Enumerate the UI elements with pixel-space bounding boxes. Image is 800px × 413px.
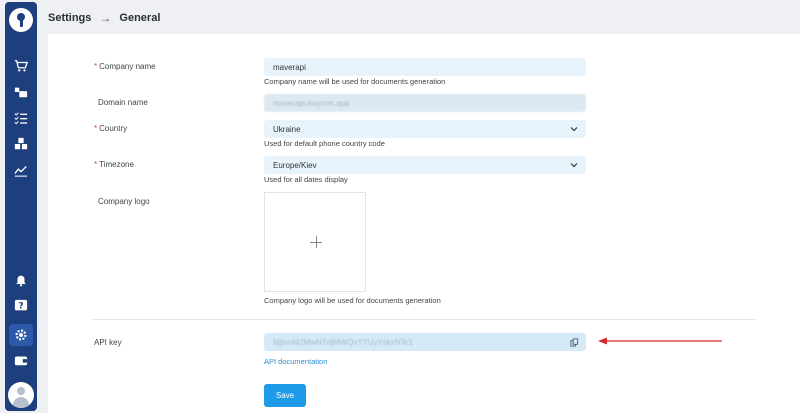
breadcrumb-section[interactable]: Settings — [48, 12, 91, 24]
company-name-label: * Company name — [94, 62, 156, 71]
api-key-label: API key — [94, 338, 122, 347]
breadcrumb: Settings → General — [48, 10, 160, 26]
required-marker: * — [94, 62, 98, 71]
domain-name-input: maverapi.keycrm.app — [264, 94, 586, 112]
divider — [92, 319, 756, 320]
timezone-help: Used for all dates display — [264, 175, 348, 184]
company-logo-help: Company logo will be used for documents … — [264, 296, 441, 305]
svg-text:?: ? — [18, 302, 23, 312]
checklist-icon[interactable] — [13, 110, 29, 126]
required-marker: * — [94, 160, 98, 169]
domain-name-label: Domain name — [98, 98, 148, 107]
app-logo[interactable] — [9, 8, 33, 32]
company-logo-label: Company logo — [98, 197, 150, 206]
settings-gear-icon[interactable] — [13, 327, 29, 343]
api-key-input[interactable]: MjhmM2MwNTdjMWQxYTUyYzkxNTc1 — [264, 333, 586, 351]
timezone-select[interactable]: Europe/Kiev — [264, 156, 586, 174]
company-name-help: Company name will be used for documents … — [264, 77, 446, 86]
cart-icon[interactable] — [13, 58, 29, 74]
copy-icon[interactable] — [562, 333, 586, 351]
users-icon[interactable] — [13, 84, 29, 100]
chevron-down-icon — [570, 163, 578, 168]
required-marker: * — [94, 124, 98, 133]
page-title: General — [119, 12, 161, 24]
user-avatar[interactable] — [8, 382, 34, 408]
logo-upload[interactable] — [264, 192, 366, 292]
arrow-right-icon: → — [99, 11, 112, 25]
country-label: * Country — [94, 124, 128, 133]
trend-chart-icon[interactable] — [13, 162, 29, 178]
timezone-label: * Timezone — [94, 160, 134, 169]
chevron-down-icon — [570, 127, 578, 132]
company-name-input[interactable]: maverapi — [264, 58, 586, 76]
bell-icon[interactable] — [13, 272, 29, 288]
wallet-icon[interactable] — [13, 352, 29, 368]
settings-card: * Company name maverapi Company name will… — [48, 34, 800, 413]
country-select[interactable]: Ukraine — [264, 120, 586, 138]
country-help: Used for default phone country code — [264, 139, 385, 148]
help-icon[interactable]: ? — [13, 298, 29, 314]
save-button[interactable]: Save — [264, 384, 306, 407]
sidebar: ? — [5, 2, 37, 411]
annotation-arrow-icon — [598, 337, 722, 345]
api-documentation-link[interactable]: API documentation — [264, 357, 327, 366]
boxes-icon[interactable] — [13, 136, 29, 152]
